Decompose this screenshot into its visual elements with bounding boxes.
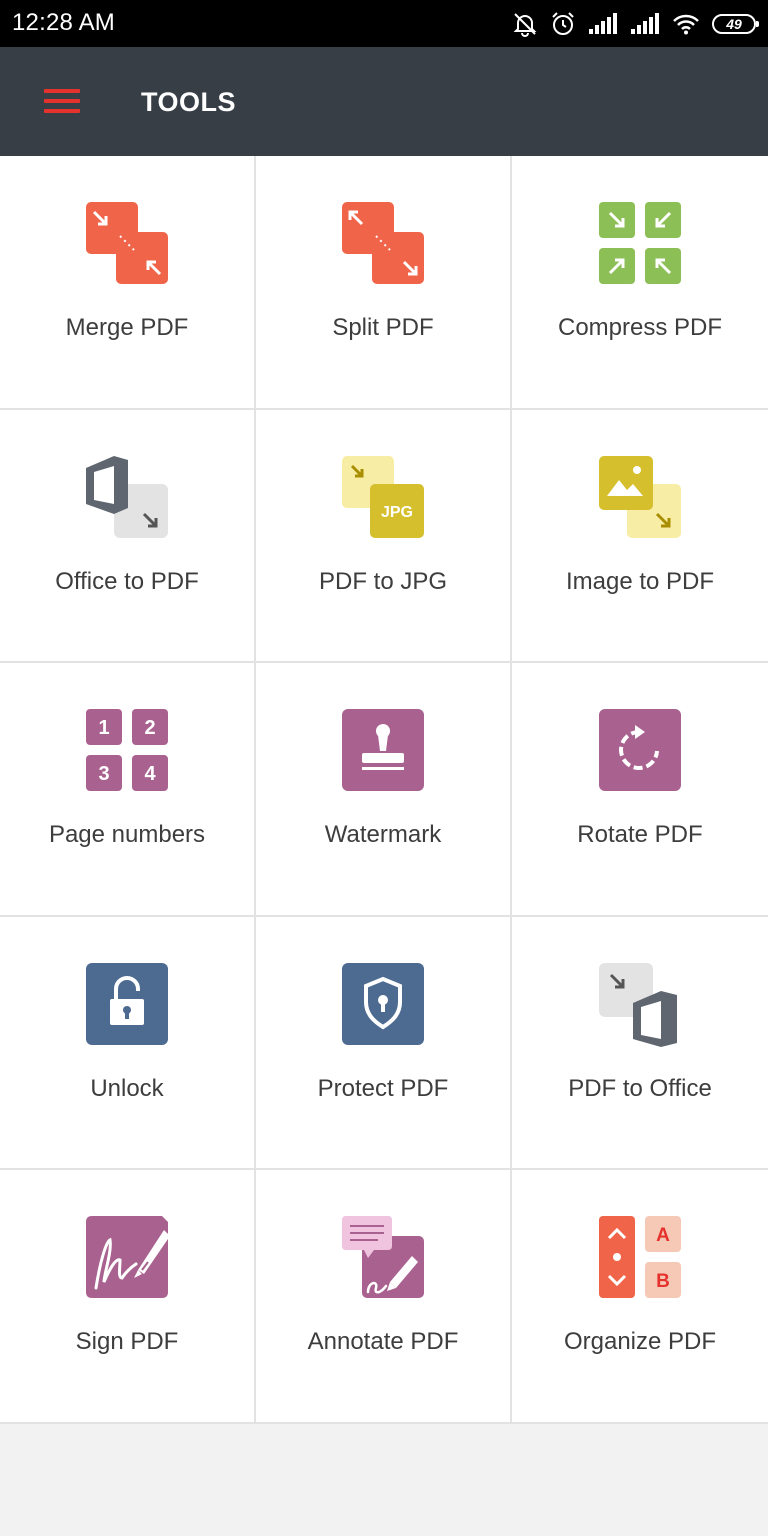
rotate-pdf-icon [595, 705, 685, 795]
alarm-icon [552, 12, 574, 35]
page-title: TOOLS [141, 87, 237, 117]
empty-area [0, 1424, 768, 1536]
jpg-badge-text: JPG [381, 504, 413, 521]
tool-label: Watermark [324, 821, 442, 849]
tool-label: Rotate PDF [577, 821, 703, 849]
tool-label: PDF to JPG [318, 567, 448, 595]
signal-icon [589, 13, 617, 34]
image-to-pdf-icon [595, 452, 685, 542]
pdf-to-office-icon [595, 959, 685, 1049]
split-pdf-icon [338, 198, 428, 288]
compress-pdf-icon [595, 198, 685, 288]
battery-level: 49 [726, 16, 742, 32]
page-digit: 3 [98, 763, 109, 785]
hamburger-menu-icon[interactable] [36, 81, 88, 121]
tool-unlock[interactable]: Unlock [0, 916, 256, 1171]
bell-off-icon [513, 13, 537, 37]
tool-pdf-to-office[interactable]: PDF to Office [512, 916, 768, 1171]
status-bar: 12:28 AM 49 [0, 0, 768, 47]
tool-label: Merge PDF [65, 314, 189, 341]
status-time: 12:28 AM [12, 9, 116, 36]
tool-image-to-pdf[interactable]: Image to PDF [512, 409, 768, 664]
tool-pdf-to-jpg[interactable]: JPG PDF to JPG [256, 409, 512, 664]
tool-label: Protect PDF [317, 1074, 449, 1102]
page-digit: 4 [144, 763, 156, 785]
tool-label: Split PDF [332, 314, 434, 341]
tool-watermark[interactable]: Watermark [256, 663, 512, 917]
tool-sign-pdf[interactable]: Sign PDF [0, 1170, 256, 1424]
tool-label: Unlock [90, 1074, 164, 1102]
tool-compress-pdf[interactable]: Compress PDF [512, 156, 768, 410]
tool-label: Organize PDF [563, 1328, 717, 1356]
sign-pdf-icon [82, 1212, 172, 1302]
tool-label: Image to PDF [565, 567, 715, 595]
page-digit: 2 [144, 717, 155, 739]
wifi-icon [673, 14, 699, 35]
page-numbers-icon: 1 2 3 4 [82, 705, 172, 795]
merge-pdf-icon [82, 198, 172, 288]
unlock-padlock-icon [82, 959, 172, 1049]
tool-rotate-pdf[interactable]: Rotate PDF [512, 663, 768, 917]
tool-protect-pdf[interactable]: Protect PDF [256, 916, 512, 1171]
status-icons: 49 [512, 8, 759, 40]
tool-label: Office to PDF [55, 567, 199, 595]
organize-letter: A [656, 1225, 670, 1246]
app-bar: TOOLS [0, 47, 768, 156]
battery-icon: 49 [712, 14, 759, 34]
page-digit: 1 [98, 717, 109, 739]
tool-organize-pdf[interactable]: A B Organize PDF [512, 1170, 768, 1424]
office-to-pdf-icon [82, 452, 172, 542]
watermark-stamp-icon [338, 705, 428, 795]
tool-label: Page numbers [48, 821, 206, 849]
organize-letter: B [656, 1271, 670, 1292]
pdf-to-jpg-icon: JPG [338, 452, 428, 542]
tool-label: Annotate PDF [307, 1328, 459, 1356]
protect-shield-icon [338, 959, 428, 1049]
tool-office-to-pdf[interactable]: Office to PDF [0, 409, 256, 664]
tool-label: Sign PDF [75, 1328, 179, 1356]
tool-label: Compress PDF [557, 314, 723, 341]
tool-annotate-pdf[interactable]: Annotate PDF [256, 1170, 512, 1424]
tool-page-numbers[interactable]: 1 2 3 4 Page numbers [0, 663, 256, 917]
tools-grid: Merge PDF Split PDF Compress PDF Office … [0, 156, 768, 1424]
tool-split-pdf[interactable]: Split PDF [256, 156, 512, 410]
annotate-pdf-icon [338, 1212, 428, 1302]
organize-pdf-icon: A B [595, 1212, 685, 1302]
tool-merge-pdf[interactable]: Merge PDF [0, 156, 256, 410]
tool-label: PDF to Office [568, 1074, 712, 1102]
signal-icon [631, 13, 659, 34]
